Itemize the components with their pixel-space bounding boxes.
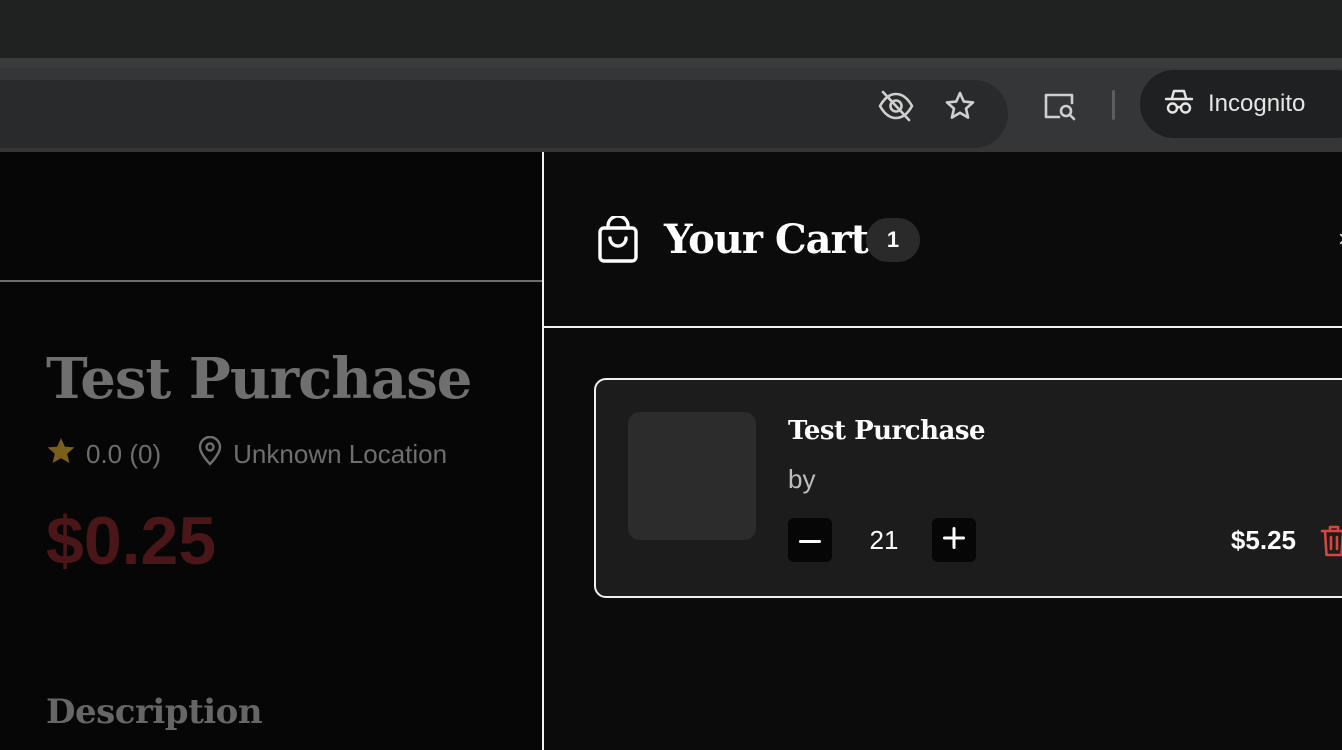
cart-item: Test Purchase by 21 $5.25 <box>594 378 1342 598</box>
incognito-button[interactable]: Incognito <box>1140 70 1342 138</box>
product-location: Unknown Location <box>233 438 448 469</box>
product-rating: 0.0 (0) <box>86 438 162 469</box>
location-pin-icon <box>197 435 223 473</box>
minus-icon <box>799 531 821 549</box>
lens-search-icon[interactable] <box>1038 84 1082 128</box>
toolbar-divider <box>1112 90 1115 120</box>
eye-slash-icon[interactable] <box>874 84 918 128</box>
cart-count-badge: 1 <box>866 218 920 262</box>
cart-header: Your Cart 1 × <box>544 152 1342 328</box>
product-title: Test Purchase <box>46 346 472 412</box>
incognito-label: Incognito <box>1208 90 1306 117</box>
product-panel: Test Purchase 0.0 (0) Unknown Location $… <box>0 152 542 750</box>
trash-icon[interactable] <box>1320 524 1342 558</box>
product-price: $0.25 <box>46 503 217 579</box>
item-name: Test Purchase <box>788 416 986 446</box>
screen: Incognito Test Purchase 0.0 (0) Unknown … <box>0 0 1342 750</box>
item-seller: by <box>788 464 816 494</box>
browser-tab-strip <box>0 0 1342 58</box>
incognito-icon <box>1164 88 1194 121</box>
address-bar[interactable] <box>0 80 1008 148</box>
item-total-price: $5.25 <box>1230 525 1296 555</box>
description-heading: Description <box>46 692 263 732</box>
star-icon[interactable] <box>938 84 982 128</box>
product-meta: 0.0 (0) Unknown Location <box>46 435 448 473</box>
plus-icon <box>943 526 965 554</box>
shopping-bag-icon <box>596 214 640 264</box>
increase-quantity-button[interactable] <box>932 518 976 562</box>
header-divider <box>0 280 542 282</box>
close-icon[interactable]: × <box>1338 226 1342 254</box>
cart-title: Your Cart <box>664 216 869 263</box>
star-icon <box>46 437 76 472</box>
decrease-quantity-button[interactable] <box>788 518 832 562</box>
item-thumbnail <box>628 412 756 540</box>
cart-drawer: Your Cart 1 × Test Purchase by 21 <box>542 152 1342 750</box>
cart-header-divider <box>544 326 1342 328</box>
quantity-value: 21 <box>869 525 899 555</box>
